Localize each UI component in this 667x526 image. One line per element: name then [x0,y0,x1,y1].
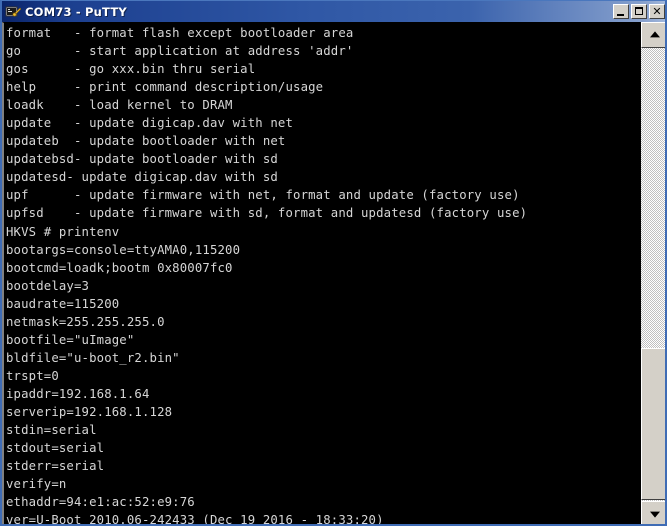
terminal-line: bootdelay=3 [6,278,90,293]
minimize-button[interactable] [613,4,629,19]
terminal-line: stdin=serial [6,423,97,438]
terminal-line: stderr=serial [6,459,105,474]
terminal-line: trspt=0 [6,368,59,383]
terminal-line: ver=U-Boot 2010.06-242433 (Dec 19 2016 -… [6,513,384,526]
scroll-down-button[interactable] [641,501,665,524]
terminal-line: bootcmd=loadk;bootm 0x80007fc0 [6,260,233,275]
close-button[interactable]: ✕ [649,4,665,19]
terminal-line: upf - update firmware with net, format a… [6,188,520,203]
terminal-line: updatebsd- update bootloader with sd [6,152,278,167]
terminal-line: bootfile="uImage" [6,332,135,347]
terminal-border: format - format flash except bootloader … [2,22,640,526]
minimize-icon [617,14,624,16]
terminal-line: netmask=255.255.255.0 [6,314,165,329]
close-icon: ✕ [652,5,662,18]
terminal-line: help - print command description/usage [6,80,324,95]
window-controls: ✕ [613,4,665,19]
terminal-line: bootargs=console=ttyAMA0,115200 [6,242,241,257]
maximize-button[interactable] [631,4,647,19]
terminal-line: loadk - load kernel to DRAM [6,98,233,113]
terminal-scrollbar[interactable] [640,22,665,524]
scroll-up-arrow-icon [650,31,660,38]
terminal-line: updatesd- update digicap.dav with sd [6,170,278,185]
title-bar-left: COM73 - PuTTY [2,4,613,20]
terminal-line: update - update digicap.dav with net [6,116,294,131]
terminal-line: ipaddr=192.168.1.64 [6,386,150,401]
scroll-up-button[interactable] [641,22,665,48]
terminal-output[interactable]: format - format flash except bootloader … [6,24,636,526]
terminal-line: gos - go xxx.bin thru serial [6,62,256,77]
putty-icon[interactable] [5,4,22,20]
title-bar[interactable]: COM73 - PuTTY ✕ [2,1,665,22]
scrollbar-thumb[interactable] [641,348,665,500]
terminal-line: format - format flash except bootloader … [6,26,354,40]
window-title: COM73 - PuTTY [25,4,127,19]
terminal-line: serverip=192.168.1.128 [6,404,173,419]
terminal-line: upfsd - update firmware with sd, format … [6,206,528,221]
terminal-line: baudrate=115200 [6,296,120,311]
terminal-line: stdout=serial [6,441,105,456]
terminal-line: verify=n [6,477,67,492]
terminal-line: updateb - update bootloader with net [6,134,286,149]
terminal-line: HKVS # printenv [6,224,120,239]
maximize-icon [635,7,643,15]
terminal-line: go - start application at address 'addr' [6,44,354,59]
terminal-line: bldfile="u-boot_r2.bin" [6,350,180,365]
putty-window: COM73 - PuTTY ✕ format - format flash ex… [0,0,667,526]
scrollbar-track[interactable] [641,48,665,501]
client-area: format - format flash except bootloader … [2,22,665,526]
scroll-down-arrow-icon [650,511,660,518]
terminal-line: ethaddr=94:e1:ac:52:e9:76 [6,495,195,510]
